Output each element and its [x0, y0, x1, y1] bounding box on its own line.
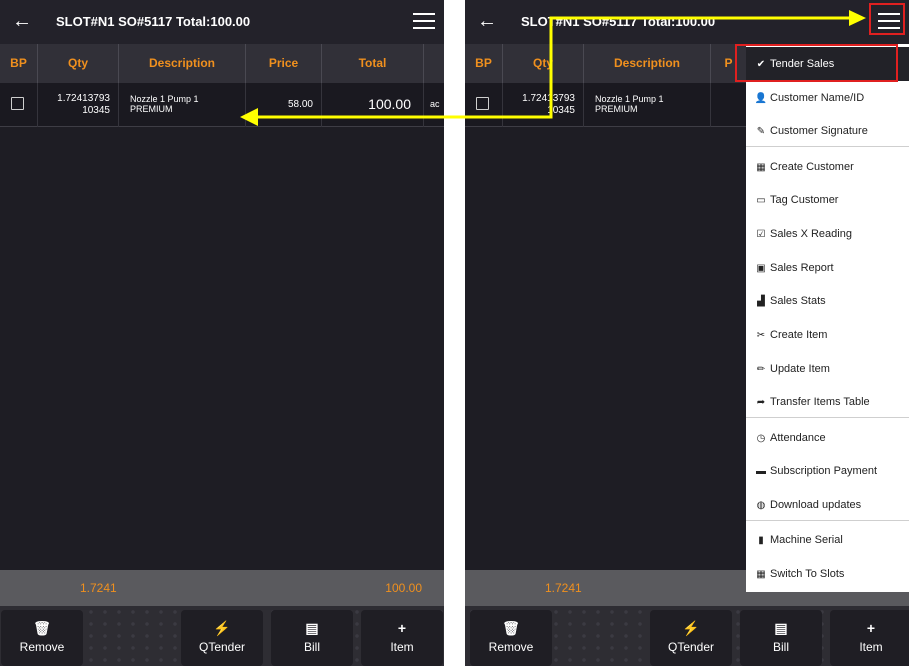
arrow-path	[256, 16, 860, 119]
arrowhead-right	[849, 10, 866, 26]
annotation-arrow	[240, 10, 866, 126]
arrowhead-left	[240, 108, 258, 126]
